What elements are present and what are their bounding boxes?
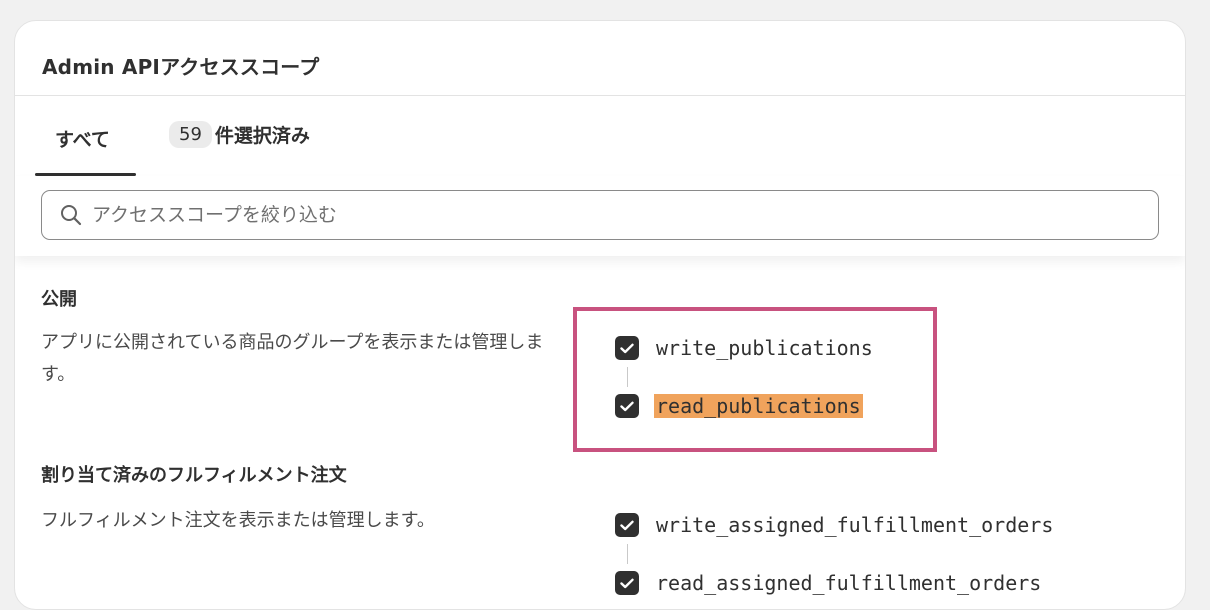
check-icon (620, 343, 634, 353)
checkbox-checked[interactable] (615, 571, 639, 595)
check-icon (620, 578, 634, 588)
scope-list-publications: write_publications read_publications (615, 335, 873, 419)
check-icon (620, 520, 634, 530)
check-icon (620, 401, 634, 411)
search-icon (60, 204, 82, 226)
scope-connector (627, 544, 628, 564)
tab-selected-label: 件選択済み (214, 125, 310, 147)
search-bar-area (15, 176, 1185, 256)
scope-connector (627, 367, 628, 387)
scope-name: read_assigned_fulfillment_orders (656, 571, 1042, 595)
scope-name: write_assigned_fulfillment_orders (656, 513, 1054, 537)
checkbox-checked[interactable] (615, 336, 639, 360)
section-title-assigned-fulfillment-orders: 割り当て済みのフルフィルメント注文 (41, 465, 347, 486)
scope-item[interactable]: write_assigned_fulfillment_orders (615, 512, 1053, 538)
selected-count-badge: 59 (169, 121, 212, 148)
scope-item[interactable]: read_publications (615, 393, 873, 419)
section-title-publications: 公開 (41, 289, 77, 310)
tab-all[interactable]: すべて (55, 125, 110, 152)
scope-item[interactable]: write_publications (615, 335, 873, 361)
scope-list-assigned-fulfillment-orders: write_assigned_fulfillment_orders read_a… (615, 512, 1053, 596)
section-description-publications: アプリに公開されている商品のグループを表示または管理します。 (41, 332, 544, 385)
scope-name-highlighted: read_publications (654, 394, 863, 418)
tab-selected[interactable]: 59 件選択済み (169, 121, 310, 148)
checkbox-checked[interactable] (615, 513, 639, 537)
scope-item[interactable]: read_assigned_fulfillment_orders (615, 570, 1053, 596)
section-description-assigned-fulfillment-orders: フルフィルメント注文を表示または管理します。 (41, 510, 435, 531)
scope-name: write_publications (656, 336, 873, 360)
access-scopes-card: Admin APIアクセススコープ すべて 59 件選択済み 公開 アプリに公開… (14, 20, 1186, 610)
search-box[interactable] (41, 190, 1159, 240)
header-divider (15, 95, 1185, 96)
checkbox-checked[interactable] (615, 394, 639, 418)
card-title: Admin APIアクセススコープ (42, 55, 320, 79)
search-input[interactable] (92, 204, 1092, 226)
